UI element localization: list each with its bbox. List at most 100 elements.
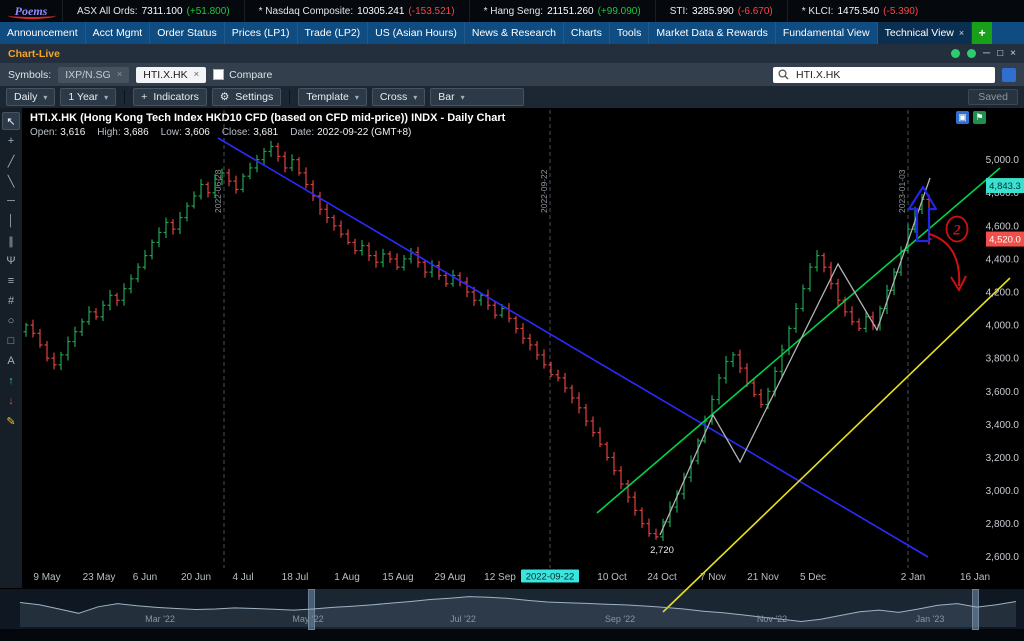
menu-item-label: US (Asian Hours)	[375, 22, 457, 44]
crosshair-tool[interactable]: +	[2, 132, 20, 150]
minimize-button[interactable]: ─	[983, 48, 990, 59]
brush-tool[interactable]: ✎	[2, 412, 20, 430]
symbol-tab-label: IXP/N.SG	[65, 69, 111, 81]
trendline-tool[interactable]: ╱	[2, 152, 20, 170]
search-input[interactable]	[794, 68, 990, 82]
symbols-bar: Symbols: IXP/N.SG × HTI.X.HK × Compare	[0, 63, 1024, 86]
menu-item-announcement[interactable]: Announcement	[0, 22, 86, 44]
menu-bar: Announcement Acct Mgmt Order Status Prices …	[0, 22, 1024, 44]
vertical-line-tool[interactable]: │	[2, 212, 20, 230]
text-tool[interactable]: A	[2, 352, 20, 370]
ohlc-legend: Open:3,616 High:3,686 Low:3,606 Close:3,…	[30, 127, 411, 138]
fibonacci-tool[interactable]: ≡	[2, 272, 20, 290]
index-change: (+99.090)	[598, 6, 641, 17]
ellipse-tool[interactable]: ○	[2, 312, 20, 330]
high-value: 3,686	[124, 127, 149, 138]
button-prefix-icon: ⚙	[220, 91, 229, 103]
ticker-items: ASX All Ords:7311.100(+51.800)* Nasdaq C…	[62, 0, 932, 22]
menu-item-label: Order Status	[157, 22, 217, 44]
close-icon[interactable]: ×	[117, 69, 123, 80]
menu-item-label: Trade (LP2)	[305, 22, 361, 44]
compare-label: Compare	[229, 69, 272, 81]
close-icon[interactable]: ×	[194, 69, 200, 80]
ticker-sti: STI:3285.990(-6.670)	[655, 0, 787, 22]
date-value: 2022-09-22 (GMT+8)	[317, 127, 411, 138]
popout-icon[interactable]	[951, 49, 960, 58]
toolbar-bar-dropdown[interactable]: Bar▾	[430, 88, 524, 106]
chart-panel-header: Chart-Live ─ □ ×	[0, 44, 1024, 63]
symbol-tab-ixp-n-sg[interactable]: IXP/N.SG ×	[58, 67, 129, 83]
chart-settings-icon[interactable]	[1002, 68, 1016, 82]
ticker-klci: * KLCI:1475.540(-5.390)	[787, 0, 932, 22]
ticker-asx-all-ords: ASX All Ords:7311.100(+51.800)	[62, 0, 244, 22]
button-label: Indicators	[153, 91, 199, 103]
navigator-left-handle[interactable]	[308, 589, 315, 630]
symbol-search[interactable]	[773, 67, 995, 83]
menu-item-technical-view[interactable]: Technical View×	[878, 22, 973, 44]
compare-checkbox[interactable]: Compare	[213, 69, 272, 81]
search-icon	[778, 69, 789, 80]
index-change: (+51.800)	[187, 6, 230, 17]
menu-item-market-data-rewards[interactable]: Market Data & Rewards	[649, 22, 775, 44]
index-value: 1475.540	[837, 6, 879, 17]
saved-button[interactable]: Saved	[968, 89, 1018, 105]
menu-item-prices-lp1[interactable]: Prices (LP1)	[225, 22, 298, 44]
toolbar-template-dropdown[interactable]: Template▾	[298, 88, 367, 106]
toolbar-settings-button[interactable]: ⚙Settings	[212, 88, 281, 106]
index-name: * Nasdaq Composite:	[259, 6, 354, 17]
menu-item-fundamental-view[interactable]: Fundamental View	[776, 22, 878, 44]
chart-corner-icons: ▣ ⚑	[956, 111, 986, 124]
panel-title: Chart-Live	[8, 48, 60, 60]
ray-tool[interactable]: ╲	[2, 172, 20, 190]
menu-item-trade-lp2[interactable]: Trade (LP2)	[298, 22, 369, 44]
close-icon[interactable]: ×	[959, 22, 964, 44]
range-navigator[interactable]	[0, 588, 1024, 629]
cursor-tool[interactable]: ↖	[2, 112, 20, 130]
menu-item-us-asian-hours[interactable]: US (Asian Hours)	[368, 22, 465, 44]
index-name: ASX All Ords:	[77, 6, 138, 17]
toolbar-indicators-button[interactable]: +Indicators	[133, 88, 207, 106]
menu-item-charts[interactable]: Charts	[564, 22, 610, 44]
rectangle-tool[interactable]: □	[2, 332, 20, 350]
drawing-tool-strip: ↖ + ╱ ╲ ─ │ ∥ Ψ ≡ # ○ □ A ↑ ↓ ✎	[0, 108, 22, 588]
channel-tool[interactable]: ∥	[2, 232, 20, 250]
pitchfork-tool[interactable]: Ψ	[2, 252, 20, 270]
symbol-tab-label: HTI.X.HK	[143, 69, 187, 81]
chevron-down-icon: ▾	[43, 93, 47, 102]
gann-tool[interactable]: #	[2, 292, 20, 310]
chart-canvas[interactable]	[22, 108, 1024, 588]
toolbar-1-year-dropdown[interactable]: 1 Year▾	[60, 88, 116, 106]
button-label: Bar	[438, 91, 454, 103]
menu-item-order-status[interactable]: Order Status	[150, 22, 225, 44]
close-value: 3,681	[253, 127, 278, 138]
camera-icon[interactable]: ▣	[956, 111, 969, 124]
poems-logo[interactable]: Poems	[0, 4, 62, 19]
menu-item-label: Fundamental View	[783, 22, 870, 44]
chart-title: HTI.X.HK (Hong Kong Tech Index HKD10 CFD…	[30, 112, 505, 124]
close-button[interactable]: ×	[1010, 48, 1016, 59]
ticker-nasdaq-composite: * Nasdaq Composite:10305.241(-153.521)	[244, 0, 469, 22]
menu-item-label: Acct Mgmt	[93, 22, 143, 44]
toolbar-cross-dropdown[interactable]: Cross▾	[372, 88, 425, 106]
menu-item-tools[interactable]: Tools	[610, 22, 650, 44]
menu-item-news-research[interactable]: News & Research	[465, 22, 564, 44]
maximize-button[interactable]: □	[997, 48, 1003, 59]
menu-item-label: Charts	[571, 22, 602, 44]
index-change: (-5.390)	[883, 6, 918, 17]
up-arrow-tool[interactable]: ↑	[2, 372, 20, 390]
symbol-tab-hti-x-hk[interactable]: HTI.X.HK ×	[136, 67, 206, 83]
down-arrow-tool[interactable]: ↓	[2, 392, 20, 410]
button-label: 1 Year	[68, 91, 98, 103]
add-view-button[interactable]: +	[972, 22, 992, 44]
button-label: Cross	[380, 91, 407, 103]
navigator-right-handle[interactable]	[972, 589, 979, 630]
checkbox-icon[interactable]	[213, 69, 224, 80]
toolbar-daily-dropdown[interactable]: Daily▾	[6, 88, 55, 106]
popout-icon[interactable]	[967, 49, 976, 58]
toolbar-separator	[289, 90, 290, 104]
flag-icon[interactable]: ⚑	[973, 111, 986, 124]
ticker-bar: Poems ASX All Ords:7311.100(+51.800)* Na…	[0, 0, 1024, 22]
toolbar-items: Daily▾1 Year▾+Indicators⚙SettingsTemplat…	[6, 88, 524, 106]
menu-item-acct-mgmt[interactable]: Acct Mgmt	[86, 22, 151, 44]
horizontal-line-tool[interactable]: ─	[2, 192, 20, 210]
